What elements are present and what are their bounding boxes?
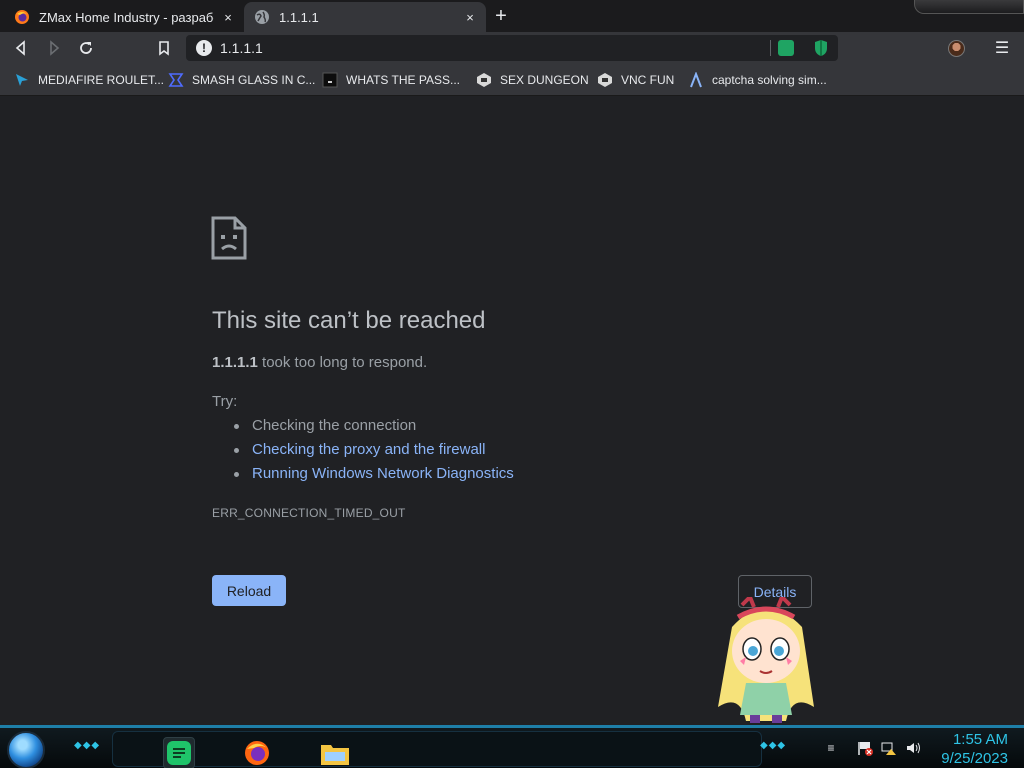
volume-icon[interactable] [904, 739, 922, 757]
tab-title: 1.1.1.1 [279, 9, 319, 25]
omnibox-divider [770, 40, 771, 56]
suggestion-proxy-firewall-link[interactable]: Checking the proxy and the firewall [232, 440, 514, 464]
dark-box-icon [322, 72, 338, 88]
folder-icon [321, 745, 349, 765]
clock-time: 1:55 AM [952, 731, 1008, 748]
bookmark-item[interactable]: captcha solving sim... [688, 71, 827, 89]
show-hidden-icons-button[interactable]: ≡ [822, 739, 840, 757]
system-clock[interactable]: 1:55 AM 9/25/2023 [941, 730, 1008, 768]
taskbar-app-explorer[interactable] [319, 737, 351, 768]
close-tab-button[interactable]: × [462, 9, 478, 25]
firefox-icon [15, 10, 29, 24]
taskbar-decoration-left: ◆◆◆ [74, 740, 101, 751]
bookmark-label: MEDIAFIRE ROULET... [38, 73, 165, 87]
start-button[interactable] [7, 731, 45, 768]
taskbar-app-chat[interactable] [163, 737, 195, 768]
taskbar-decoration-right: ◆◆◆ [760, 740, 787, 751]
bookmark-item[interactable]: SMASH GLASS IN C... [168, 71, 315, 89]
site-info-icon[interactable]: ! [196, 40, 212, 56]
taskbar-apps-frame [112, 731, 762, 768]
bookmark-label: SEX DUNGEON [500, 73, 589, 87]
forward-arrow-icon [50, 40, 60, 56]
bookmark-item[interactable]: MEDIAFIRE ROULET... [14, 71, 164, 89]
bookmark-icon [159, 41, 169, 56]
error-title: This site can’t be reached [212, 307, 486, 334]
reload-toolbar-button[interactable] [74, 36, 98, 60]
action-center-flag-icon[interactable] [856, 739, 874, 757]
bookmark-item[interactable]: WHATS THE PASS... [322, 71, 460, 89]
browser-menu-button[interactable]: ☰ [992, 38, 1012, 58]
shield-extension-icon[interactable] [814, 39, 828, 57]
tab-zmax[interactable]: ZMax Home Industry - разработк × [4, 2, 244, 32]
new-tab-button[interactable]: + [490, 5, 512, 27]
bookmark-label: WHATS THE PASS... [346, 73, 461, 87]
mediafire-icon [14, 72, 30, 88]
error-host: 1.1.1.1 [212, 354, 258, 371]
suggestion-network-diagnostics-link[interactable]: Running Windows Network Diagnostics [232, 464, 514, 488]
bookmark-item[interactable]: VNC FUN [597, 71, 674, 89]
network-warning-icon[interactable] [880, 739, 898, 757]
bookmark-button[interactable] [152, 36, 176, 60]
close-tab-button[interactable]: × [220, 9, 236, 25]
error-desc-text: took too long to respond. [257, 354, 428, 371]
back-button[interactable] [9, 36, 33, 60]
suggestion-check-connection: Checking the connection [232, 416, 514, 440]
taskbar-app-firefox[interactable] [241, 737, 273, 768]
window-controls[interactable] [914, 0, 1024, 14]
forward-button[interactable] [42, 36, 66, 60]
bookmark-label: captcha solving sim... [712, 73, 827, 87]
tab-title: ZMax Home Industry - разработк [39, 9, 214, 25]
sad-page-icon [211, 216, 247, 260]
refresh-icon [80, 42, 92, 54]
bookmark-label: VNC FUN [621, 73, 675, 87]
back-arrow-icon [15, 40, 25, 56]
error-page: This site can’t be reached 1.1.1.1 took … [0, 97, 1024, 725]
reload-button[interactable]: Reload [212, 575, 286, 606]
url-text[interactable]: 1.1.1.1 [220, 40, 263, 56]
address-bar[interactable]: ! 1.1.1.1 [186, 35, 838, 61]
error-code: ERR_CONNECTION_TIMED_OUT [212, 506, 406, 520]
error-description: 1.1.1.1 took too long to respond. [212, 354, 427, 371]
robot-icon [597, 72, 613, 88]
bookmarks-bar: MEDIAFIRE ROULET... SMASH GLASS IN C... … [0, 64, 1024, 96]
lambda-icon [688, 72, 704, 88]
tab-strip: ZMax Home Industry - разработк × 1.1.1.1… [0, 0, 1024, 32]
firefox-icon [245, 741, 269, 765]
cartoon-mascot-image [718, 597, 814, 723]
clock-date: 9/25/2023 [941, 750, 1008, 767]
chat-app-icon [167, 741, 191, 765]
bookmark-label: SMASH GLASS IN C... [192, 73, 316, 87]
robot-icon [476, 72, 492, 88]
chevron-flag-icon [168, 72, 184, 88]
extension-chat-icon[interactable] [778, 40, 794, 56]
suggestion-list: Checking the connection Checking the pro… [232, 416, 514, 488]
bookmark-item[interactable]: SEX DUNGEON [476, 71, 589, 89]
toolbar: ! 1.1.1.1 ☰ [0, 32, 1024, 64]
globe-icon [255, 10, 269, 24]
profile-avatar[interactable] [948, 40, 965, 57]
taskbar: ◆◆◆ ◆◆◆ ≡ 1:55 AM 9/25/2023 [0, 725, 1024, 768]
tab-1111[interactable]: 1.1.1.1 × [244, 2, 486, 32]
try-label: Try: [212, 393, 238, 410]
